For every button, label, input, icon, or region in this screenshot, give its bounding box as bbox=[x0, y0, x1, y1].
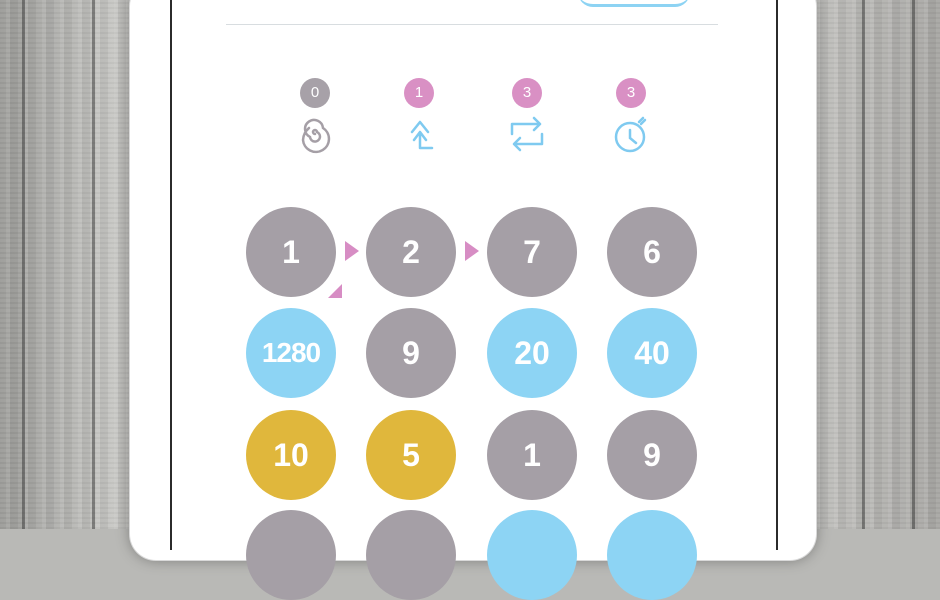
tile[interactable]: 1 bbox=[487, 410, 577, 500]
tile-partial[interactable] bbox=[487, 510, 577, 600]
powerup-count: 1 bbox=[404, 78, 434, 108]
tile[interactable]: 40 bbox=[607, 308, 697, 398]
tile[interactable]: 1280 bbox=[246, 308, 336, 398]
plank-seam bbox=[92, 0, 95, 529]
powerup-count: 3 bbox=[512, 78, 542, 108]
plank-seam bbox=[912, 0, 915, 529]
header-score-partial bbox=[578, 0, 690, 7]
powerup-count: 0 bbox=[300, 78, 330, 108]
powerup-stopwatch[interactable]: 3 bbox=[600, 78, 660, 168]
tile[interactable]: 5 bbox=[366, 410, 456, 500]
tile[interactable]: 1 bbox=[246, 207, 336, 297]
powerup-spiral[interactable]: 0 bbox=[284, 78, 344, 168]
spiral-icon bbox=[301, 118, 331, 154]
plank-seam bbox=[22, 0, 25, 529]
plank-seam bbox=[862, 0, 865, 529]
powerup-up-arrow[interactable]: 1 bbox=[388, 78, 448, 168]
header-divider bbox=[226, 24, 718, 25]
tile[interactable]: 9 bbox=[366, 308, 456, 398]
swap-arrows-icon bbox=[510, 116, 544, 152]
tile[interactable]: 2 bbox=[366, 207, 456, 297]
stopwatch-icon bbox=[614, 116, 647, 153]
tile[interactable]: 10 bbox=[246, 410, 336, 500]
hint-arrow-right-icon bbox=[465, 241, 479, 261]
hint-arrow-down-icon bbox=[328, 284, 342, 298]
tile[interactable]: 7 bbox=[487, 207, 577, 297]
hint-arrow-right-icon bbox=[345, 241, 359, 261]
powerup-swap[interactable]: 3 bbox=[496, 78, 556, 168]
tile-partial[interactable] bbox=[366, 510, 456, 600]
tile-partial[interactable] bbox=[246, 510, 336, 600]
tile[interactable]: 9 bbox=[607, 410, 697, 500]
powerup-count: 3 bbox=[616, 78, 646, 108]
tile[interactable]: 20 bbox=[487, 308, 577, 398]
up-arrow-icon bbox=[410, 120, 434, 150]
tile[interactable]: 6 bbox=[607, 207, 697, 297]
tile-partial[interactable] bbox=[607, 510, 697, 600]
